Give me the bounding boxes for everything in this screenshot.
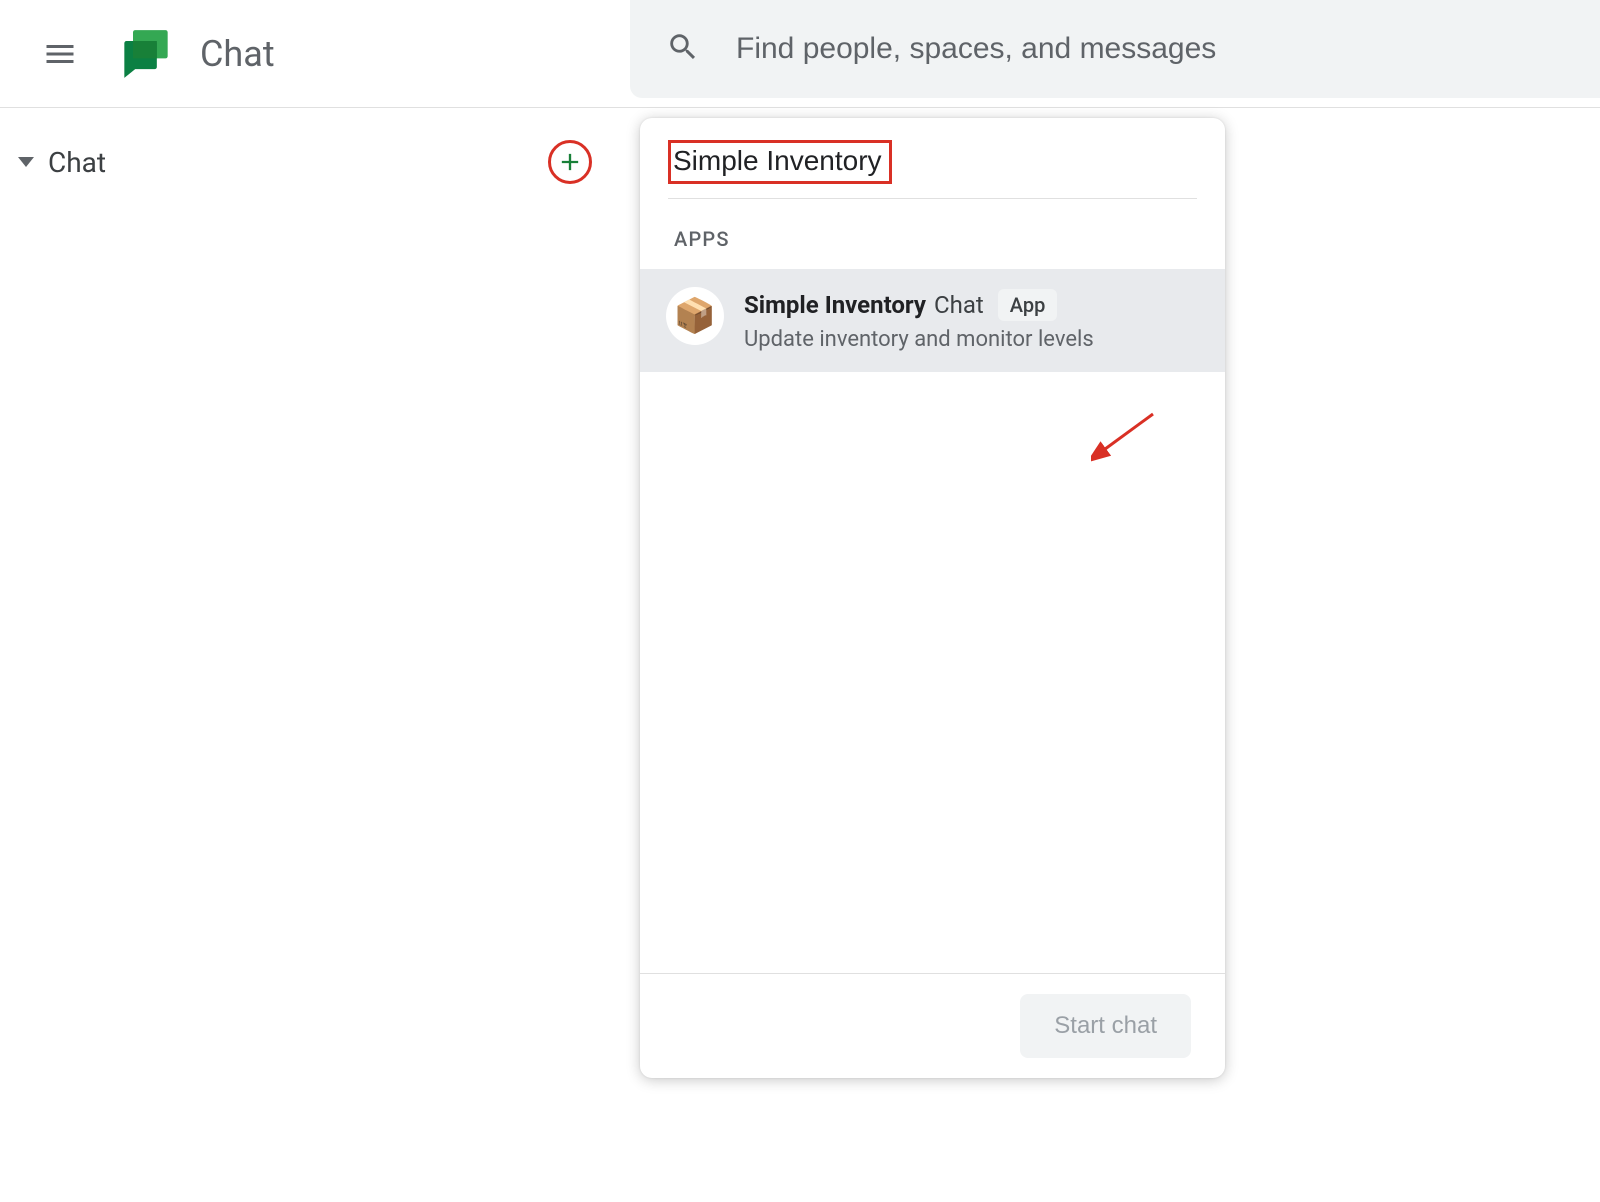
search-result-item[interactable]: 📦 Simple Inventory Chat App Update inven… [640, 269, 1225, 372]
popup-search-input[interactable] [673, 145, 883, 177]
sidebar: Chat [0, 108, 630, 1202]
result-description: Update inventory and monitor levels [744, 327, 1201, 352]
new-chat-button[interactable] [548, 140, 592, 184]
sidebar-chat-section[interactable]: Chat [0, 132, 630, 192]
global-search-input[interactable] [736, 32, 1600, 66]
result-suffix: Chat [934, 291, 984, 319]
start-chat-button[interactable]: Start chat [1020, 994, 1191, 1058]
popup-search-row [668, 118, 1197, 199]
chat-logo-icon [120, 28, 172, 80]
result-text-block: Simple Inventory Chat App Update invento… [744, 287, 1201, 352]
global-search-bar[interactable] [630, 0, 1600, 98]
apps-section-label: APPS [640, 199, 1225, 269]
search-icon [666, 30, 736, 68]
new-chat-popup: APPS 📦 Simple Inventory Chat App Update … [640, 118, 1225, 1078]
app-title: Chat [200, 33, 275, 75]
caret-down-icon [18, 157, 34, 167]
sidebar-section-label: Chat [48, 146, 548, 179]
package-icon: 📦 [666, 287, 724, 345]
result-name: Simple Inventory [744, 291, 926, 319]
annotation-highlight-box [668, 140, 892, 184]
app-badge: App [998, 289, 1058, 321]
menu-icon[interactable] [40, 34, 80, 74]
popup-footer: Start chat [640, 973, 1225, 1078]
